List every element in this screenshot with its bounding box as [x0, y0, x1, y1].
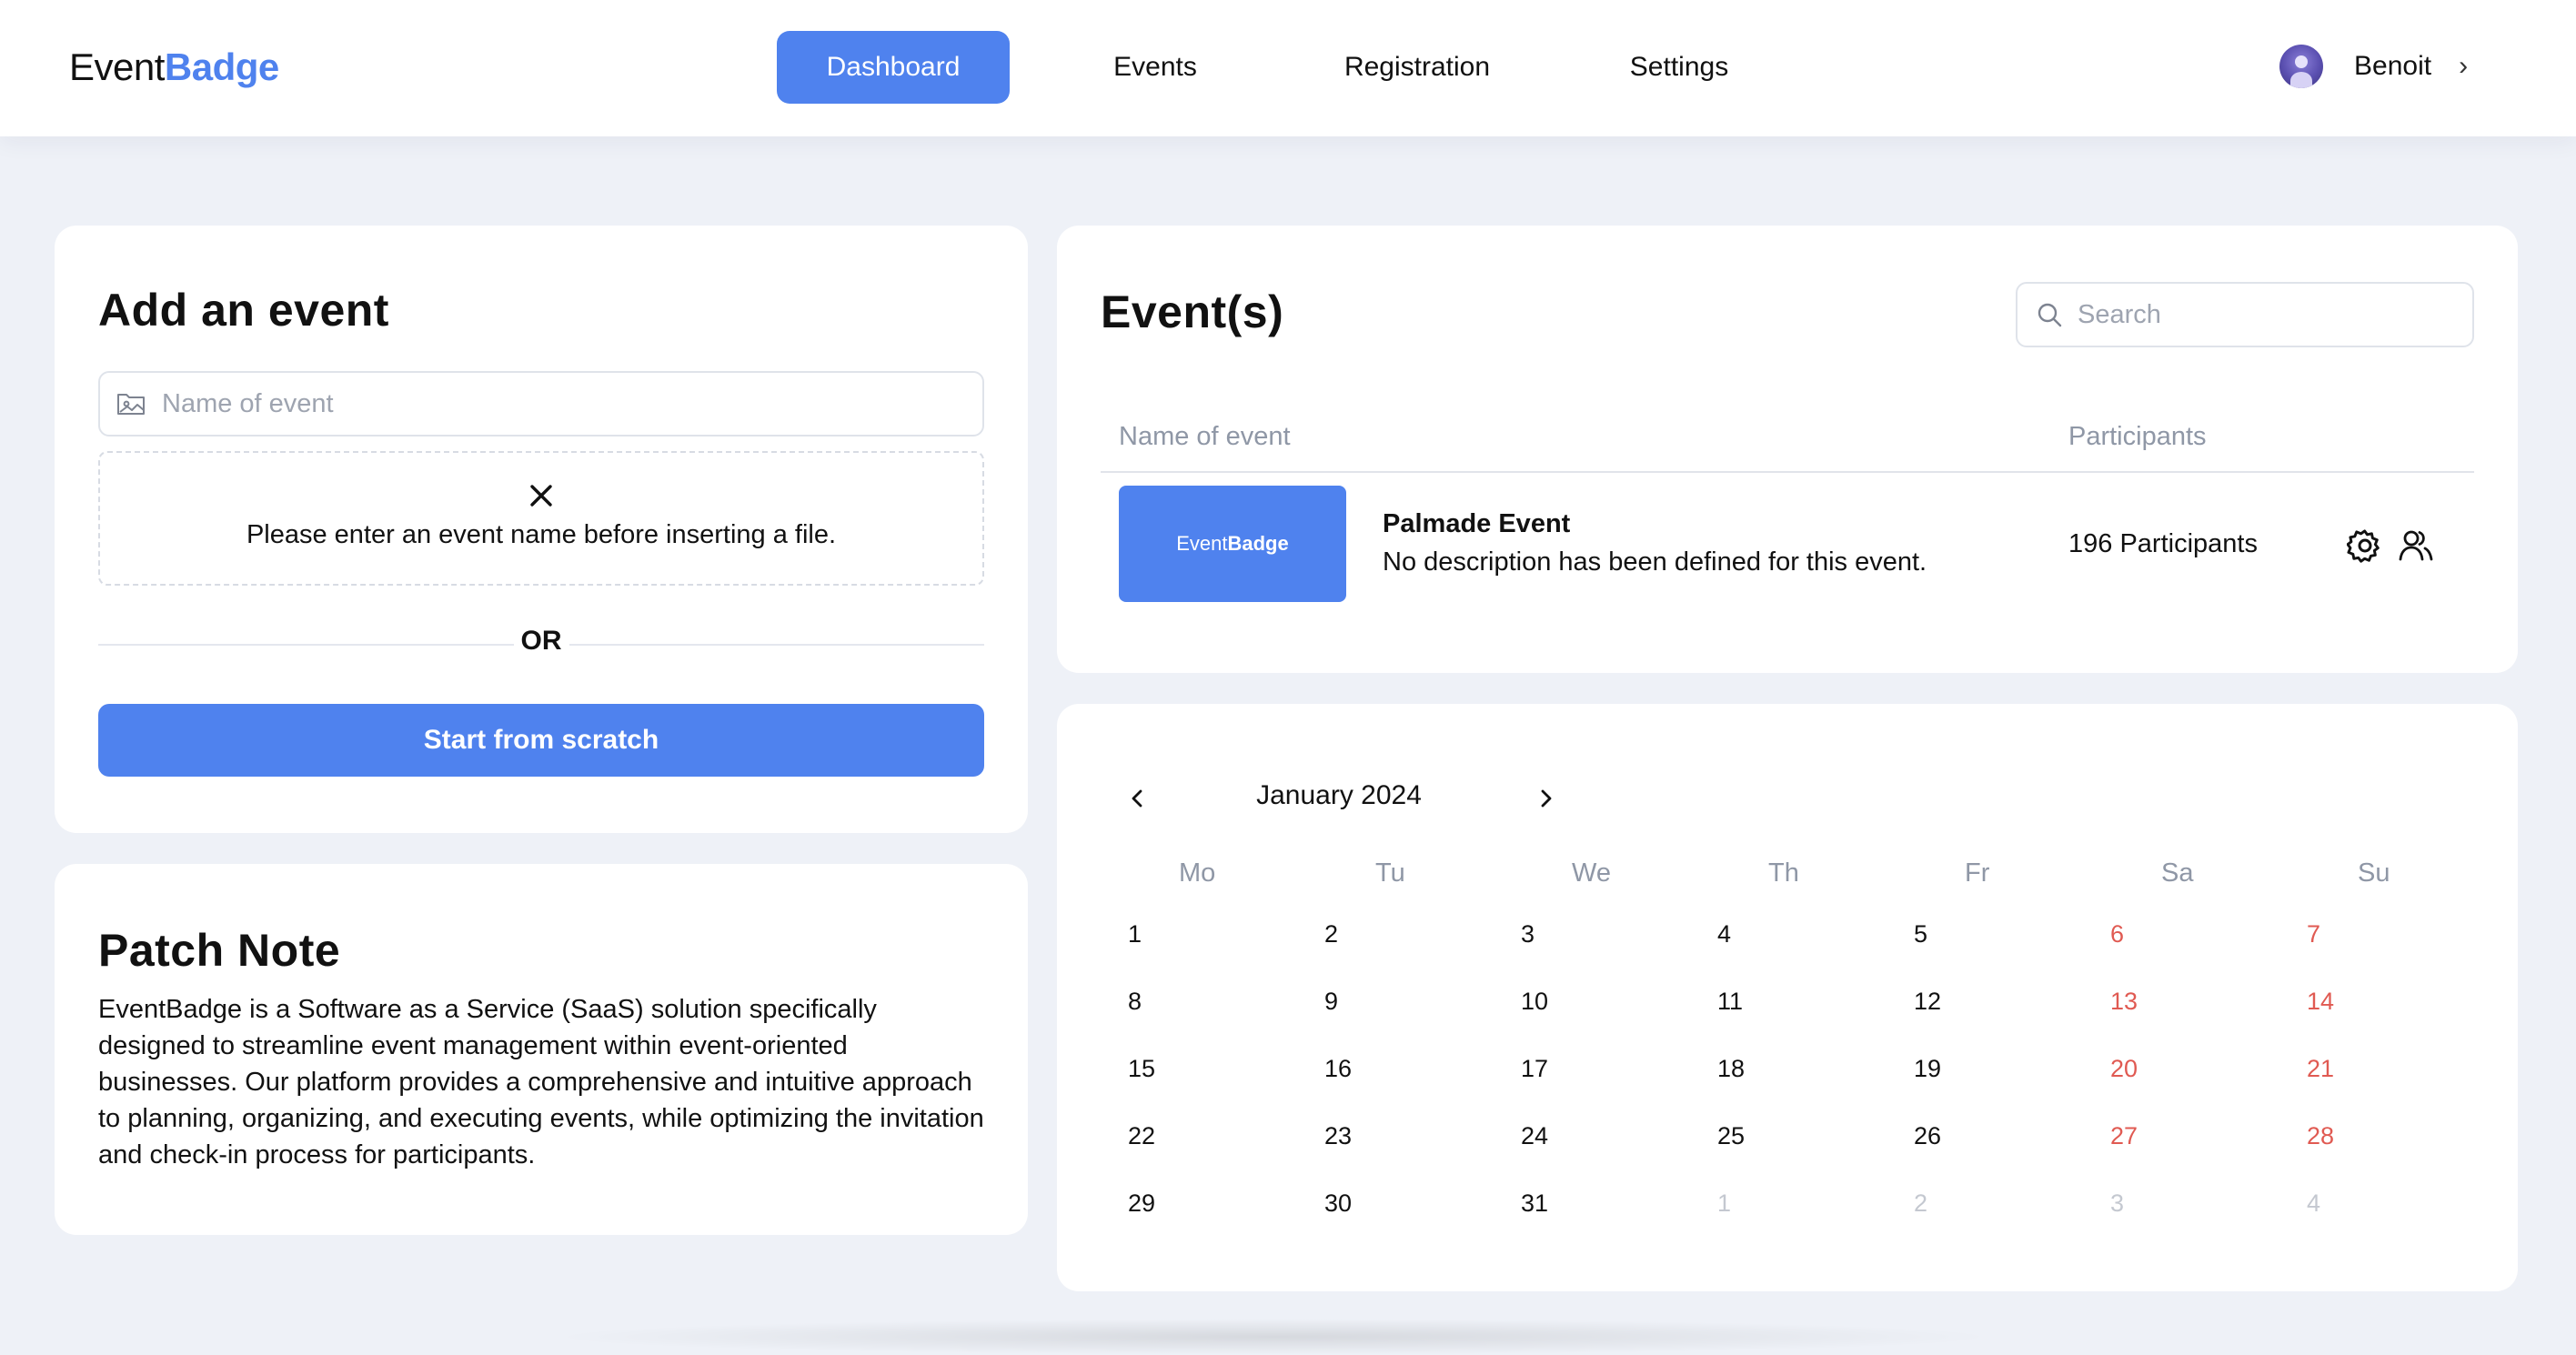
event-description: No description has been defined for this…	[1383, 547, 1927, 577]
nav-dashboard[interactable]: Dashboard	[777, 31, 1010, 104]
calendar-day[interactable]: 26	[1905, 1122, 2101, 1150]
event-participants-count: 196 Participants	[2068, 529, 2258, 558]
weekday-header-row: Mo Tu We Th Fr Sa Su	[1119, 846, 2494, 900]
user-name: Benoit	[2354, 51, 2432, 81]
calendar-day-outside-month[interactable]: 1	[1708, 1189, 1905, 1218]
calendar-day[interactable]: 4	[1708, 920, 1905, 948]
weekday-label: We	[1572, 858, 1611, 888]
column-header-participants[interactable]: Participants	[2068, 422, 2207, 452]
nav-settings[interactable]: Settings	[1563, 31, 1796, 104]
calendar-day[interactable]: 16	[1315, 1055, 1512, 1083]
participants-icon[interactable]	[2398, 527, 2434, 564]
column-header-name[interactable]: Name of event	[1119, 422, 1291, 452]
calendar-week-row: 29 30 31 1 2 3 4	[1119, 1169, 2494, 1237]
or-separator: OR	[55, 626, 1028, 657]
calendar-day[interactable]: 1	[1119, 920, 1315, 948]
events-card: Event(s) Name of event Participants Even…	[1057, 226, 2518, 673]
nav-events[interactable]: Events	[1039, 31, 1272, 104]
user-menu[interactable]: Benoit ›	[2279, 44, 2468, 89]
event-name-input[interactable]	[162, 388, 890, 419]
calendar-day[interactable]: 14	[2298, 988, 2494, 1016]
calendar-week-row: 8 9 10 11 12 13 14	[1119, 968, 2494, 1035]
calendar-day[interactable]: 5	[1905, 920, 2101, 948]
weekday-label: Sa	[2161, 858, 2194, 888]
patch-note-title: Patch Note	[98, 925, 341, 976]
settings-gear-icon[interactable]	[2347, 527, 2383, 564]
calendar-day[interactable]: 31	[1512, 1189, 1708, 1218]
weekday-label: Th	[1768, 858, 1799, 888]
events-search-field[interactable]	[2016, 282, 2474, 347]
or-label: OR	[513, 626, 569, 656]
add-event-card: Add an event Please enter an event name …	[55, 226, 1028, 833]
close-icon	[530, 485, 552, 507]
calendar-day[interactable]: 23	[1315, 1122, 1512, 1150]
calendar-day[interactable]: 11	[1708, 988, 1905, 1016]
start-from-scratch-button[interactable]: Start from scratch	[98, 704, 984, 777]
next-month-icon[interactable]	[1528, 780, 1565, 817]
previous-month-icon[interactable]	[1119, 780, 1155, 817]
calendar-day[interactable]: 30	[1315, 1189, 1512, 1218]
file-drop-zone[interactable]: Please enter an event name before insert…	[98, 451, 984, 586]
calendar-day[interactable]: 19	[1905, 1055, 2101, 1083]
dropzone-message: Please enter an event name before insert…	[246, 520, 837, 549]
calendar-grid: Mo Tu We Th Fr Sa Su 1 2 3 4 5 6 7 8 9 10 11 12 13 14…	[1119, 846, 2494, 1237]
table-header-divider	[1101, 471, 2474, 473]
calendar-day-outside-month[interactable]: 3	[2101, 1189, 2298, 1218]
thumbnail-logo-badge: Badge	[1227, 532, 1289, 555]
event-name[interactable]: Palmade Event	[1383, 509, 1570, 539]
calendar-day[interactable]: 9	[1315, 988, 1512, 1016]
page-bottom-shadow	[546, 1319, 2001, 1355]
calendar-day-outside-month[interactable]: 2	[1905, 1189, 2101, 1218]
events-title: Event(s)	[1101, 286, 1284, 337]
event-name-field[interactable]	[98, 371, 984, 437]
calendar-day[interactable]: 18	[1708, 1055, 1905, 1083]
patch-note-card: Patch Note EventBadge is a Software as a…	[55, 864, 1028, 1235]
calendar-day[interactable]: 3	[1512, 920, 1708, 948]
calendar-day[interactable]: 8	[1119, 988, 1315, 1016]
calendar-week-row: 15 16 17 18 19 20 21	[1119, 1035, 2494, 1102]
weekday-label: Fr	[1965, 858, 1990, 888]
avatar[interactable]	[2279, 45, 2323, 88]
folder-image-icon	[117, 394, 145, 415]
calendar-day[interactable]: 21	[2298, 1055, 2494, 1083]
chevron-right-icon[interactable]: ›	[2459, 51, 2468, 82]
calendar-day[interactable]: 10	[1512, 988, 1708, 1016]
calendar-week-row: 22 23 24 25 26 27 28	[1119, 1102, 2494, 1169]
search-input[interactable]	[2078, 299, 2460, 330]
logo-text-event: Event	[69, 45, 165, 88]
logo-text-badge: Badge	[164, 45, 279, 88]
calendar-day[interactable]: 13	[2101, 988, 2298, 1016]
calendar-day[interactable]: 22	[1119, 1122, 1315, 1150]
patch-note-body: EventBadge is a Software as a Service (S…	[98, 995, 984, 1169]
calendar-day[interactable]: 2	[1315, 920, 1512, 948]
calendar-card: January 2024 Mo Tu We Th Fr Sa Su 123456…	[1057, 704, 2518, 1291]
add-event-title: Add an event	[98, 285, 389, 336]
search-icon	[2038, 303, 2062, 327]
weekday-label: Mo	[1179, 858, 1216, 888]
calendar-day-outside-month[interactable]: 4	[2298, 1189, 2494, 1218]
calendar-week-row: 1234567	[1119, 900, 2494, 968]
calendar-day[interactable]: 29	[1119, 1189, 1315, 1218]
weekday-label: Tu	[1375, 858, 1405, 888]
calendar-month-label: January 2024	[1256, 780, 1422, 810]
calendar-day[interactable]: 15	[1119, 1055, 1315, 1083]
calendar-day[interactable]: 12	[1905, 988, 2101, 1016]
calendar-day[interactable]: 24	[1512, 1122, 1708, 1150]
calendar-day[interactable]: 6	[2101, 920, 2298, 948]
calendar-day[interactable]: 7	[2298, 920, 2494, 948]
nav-registration[interactable]: Registration	[1301, 31, 1534, 104]
event-thumbnail[interactable]: EventBadge	[1119, 486, 1346, 602]
top-navbar: EventBadge Dashboard Events Registration…	[0, 0, 2576, 136]
weekday-label: Su	[2358, 858, 2390, 888]
calendar-day[interactable]: 28	[2298, 1122, 2494, 1150]
calendar-day[interactable]: 20	[2101, 1055, 2298, 1083]
thumbnail-logo-event: Event	[1176, 532, 1228, 555]
calendar-day[interactable]: 25	[1708, 1122, 1905, 1150]
calendar-day[interactable]: 17	[1512, 1055, 1708, 1083]
app-logo[interactable]: EventBadge	[69, 42, 279, 93]
calendar-day[interactable]: 27	[2101, 1122, 2298, 1150]
